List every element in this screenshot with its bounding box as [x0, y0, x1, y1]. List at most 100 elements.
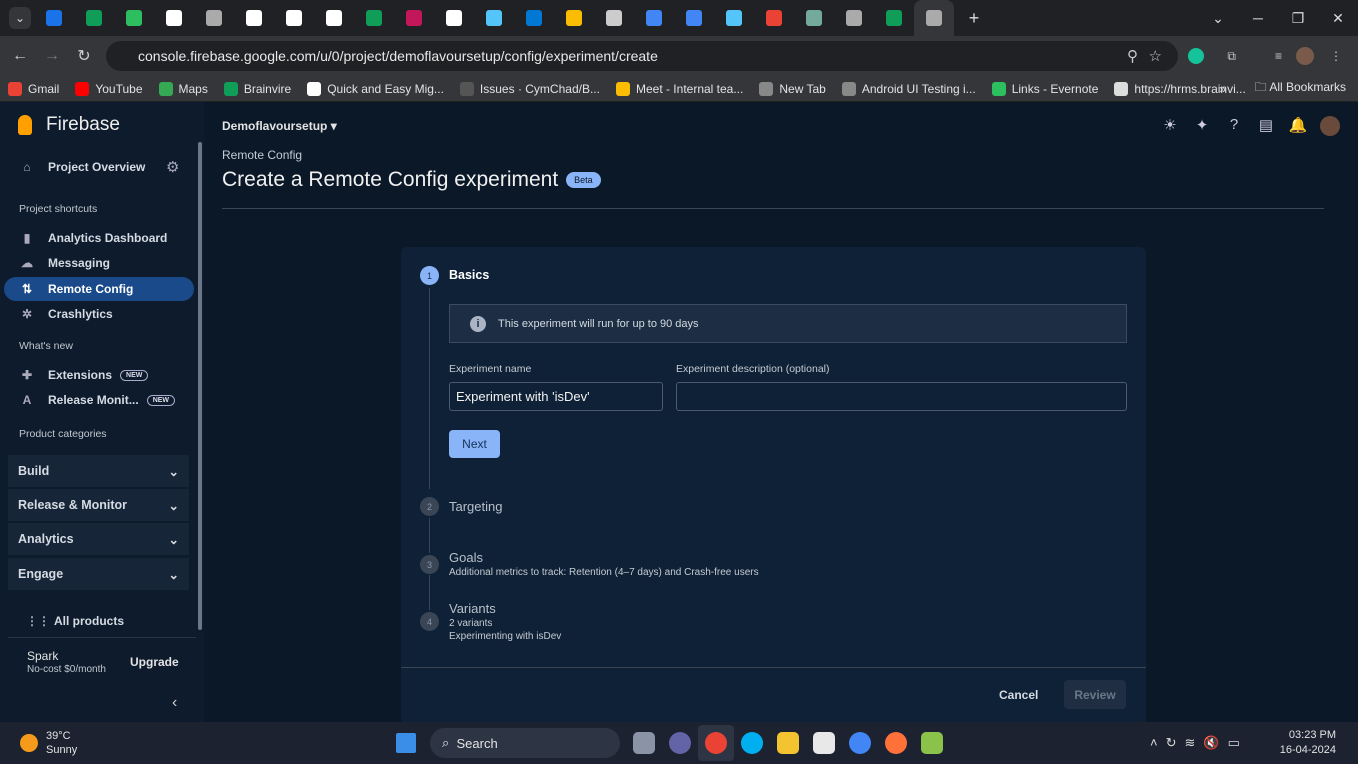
back-button[interactable]: ← [4, 47, 36, 65]
browser-tab[interactable] [914, 0, 954, 36]
profile-avatar[interactable] [1296, 47, 1314, 65]
all-products-link[interactable]: ⋮⋮ All products [4, 609, 194, 633]
feedback-icon[interactable]: ▤ [1256, 116, 1276, 136]
upgrade-button[interactable]: Upgrade [130, 655, 179, 669]
clock-time[interactable]: 03:23 PM [1289, 729, 1336, 741]
sidebar-scrollbar[interactable] [198, 142, 202, 630]
sidebar-item-release-monitoring[interactable]: A Release Monit... NEW [4, 388, 194, 412]
sidebar-item-crashlytics[interactable]: ✲ Crashlytics [4, 302, 194, 326]
browser-tab[interactable] [674, 0, 714, 36]
browser-tab[interactable] [274, 0, 314, 36]
category-build[interactable]: Build ⌄ [8, 455, 189, 487]
skype-icon[interactable] [734, 725, 770, 761]
notepad-icon[interactable] [914, 725, 950, 761]
bookmark-item[interactable]: Maps [158, 81, 208, 96]
url-input[interactable]: console.firebase.google.com/u/0/project/… [106, 41, 1178, 71]
bookmark-item[interactable]: Quick and Easy Mig... [307, 81, 444, 96]
new-tab-button[interactable]: + [954, 0, 994, 36]
browser-tab[interactable] [714, 0, 754, 36]
browser-tab[interactable] [434, 0, 474, 36]
step-variants-title[interactable]: Variants [449, 601, 496, 616]
browser-tab[interactable] [234, 0, 274, 36]
breadcrumb[interactable]: Remote Config [222, 148, 302, 162]
bookmark-item[interactable]: Android UI Testing i... [841, 81, 976, 96]
taskbar-search[interactable]: ⌕ Search [430, 728, 620, 758]
close-window-button[interactable]: ✕ [1318, 0, 1358, 36]
android-studio-icon[interactable] [842, 725, 878, 761]
zoom-icon[interactable]: ⚲ [1127, 47, 1138, 65]
browser-tab[interactable] [354, 0, 394, 36]
weather-sun-icon[interactable] [20, 734, 38, 752]
next-button[interactable]: Next [449, 430, 500, 458]
bookmark-item[interactable]: Gmail [8, 81, 59, 96]
bookmark-item[interactable]: Meet - Internal tea... [615, 81, 743, 96]
sidebar-item-remote-config[interactable]: ⇅ Remote Config [4, 277, 194, 301]
review-button[interactable]: Review [1064, 680, 1126, 709]
browser-tab[interactable] [114, 0, 154, 36]
browser-tab[interactable] [394, 0, 434, 36]
gemini-sparkle-icon[interactable]: ✦ [1192, 116, 1212, 136]
browser-tab[interactable] [834, 0, 874, 36]
start-button[interactable] [388, 725, 424, 761]
sidebar-item-project-overview[interactable]: ⌂ Project Overview [4, 155, 154, 179]
browser-tab[interactable] [594, 0, 634, 36]
store-icon[interactable] [806, 725, 842, 761]
clock-date[interactable]: 16-04-2024 [1280, 744, 1336, 756]
tab-search-button[interactable]: ⌄ [6, 0, 34, 36]
reload-button[interactable]: ↻ [68, 46, 100, 66]
minimize-button[interactable]: ─ [1238, 0, 1278, 36]
browser-tab[interactable] [194, 0, 234, 36]
browser-tab[interactable] [34, 0, 74, 36]
tab-list-icon[interactable]: ⌄ [1198, 0, 1238, 36]
category-engage[interactable]: Engage ⌄ [8, 558, 189, 590]
theme-toggle-icon[interactable]: ☀ [1160, 116, 1180, 136]
browser-tab[interactable] [154, 0, 194, 36]
firebase-logo[interactable]: Firebase [18, 114, 120, 136]
reading-list-icon[interactable]: ≡ [1275, 49, 1282, 63]
bookmark-item[interactable]: Brainvire [223, 81, 291, 96]
settings-gear-icon[interactable]: ⚙ [166, 158, 179, 176]
forward-button[interactable]: → [36, 47, 68, 65]
sidebar-item-analytics-dashboard[interactable]: ▮ Analytics Dashboard [4, 226, 194, 250]
task-view-icon[interactable] [626, 725, 662, 761]
bookmark-item[interactable]: Links - Evernote [991, 81, 1098, 96]
menu-icon[interactable]: ⋮ [1330, 49, 1342, 63]
browser-tab[interactable] [754, 0, 794, 36]
browser-tab[interactable] [74, 0, 114, 36]
firefox-icon[interactable] [878, 725, 914, 761]
extensions-icon[interactable]: ⧉ [1227, 49, 1236, 64]
collapse-sidebar-icon[interactable]: ‹ [172, 694, 177, 712]
experiment-name-input[interactable] [449, 382, 663, 411]
step-targeting-title[interactable]: Targeting [449, 499, 502, 514]
star-icon[interactable]: ☆ [1149, 47, 1162, 65]
category-analytics[interactable]: Analytics ⌄ [8, 523, 189, 555]
sidebar-item-messaging[interactable]: ☁ Messaging [4, 251, 194, 275]
browser-tab[interactable] [634, 0, 674, 36]
browser-tab[interactable] [474, 0, 514, 36]
cancel-button[interactable]: Cancel [999, 688, 1038, 702]
browser-tab[interactable] [794, 0, 834, 36]
project-selector[interactable]: Demoflavoursetup ▾ [222, 119, 337, 133]
notifications-bell-icon[interactable]: 🔔 [1288, 116, 1308, 136]
chrome-icon[interactable] [698, 725, 734, 761]
bookmark-item[interactable]: New Tab [759, 81, 826, 96]
browser-tab[interactable] [314, 0, 354, 36]
experiment-description-input[interactable] [676, 382, 1127, 411]
grammarly-icon[interactable] [1188, 48, 1204, 64]
browser-tab[interactable] [554, 0, 594, 36]
category-release-monitor[interactable]: Release & Monitor ⌄ [8, 489, 189, 521]
maximize-button[interactable]: ❐ [1278, 0, 1318, 36]
bookmark-item[interactable]: Issues · CymChad/B... [459, 81, 600, 96]
account-avatar[interactable] [1320, 116, 1340, 136]
browser-tab[interactable] [514, 0, 554, 36]
all-bookmarks[interactable]: 🗀 All Bookmarks [1255, 78, 1346, 99]
step-goals-title[interactable]: Goals [449, 550, 483, 565]
help-icon[interactable]: ? [1224, 116, 1244, 136]
teams-icon[interactable] [662, 725, 698, 761]
file-explorer-icon[interactable] [770, 725, 806, 761]
system-tray-icons[interactable]: ˄↻≋🔇▭ [1150, 735, 1248, 751]
browser-tab[interactable] [874, 0, 914, 36]
more-bookmarks-icon[interactable]: » [1219, 82, 1226, 96]
sidebar-item-extensions[interactable]: ✚ Extensions NEW [4, 363, 194, 387]
bookmark-item[interactable]: YouTube [75, 81, 143, 96]
